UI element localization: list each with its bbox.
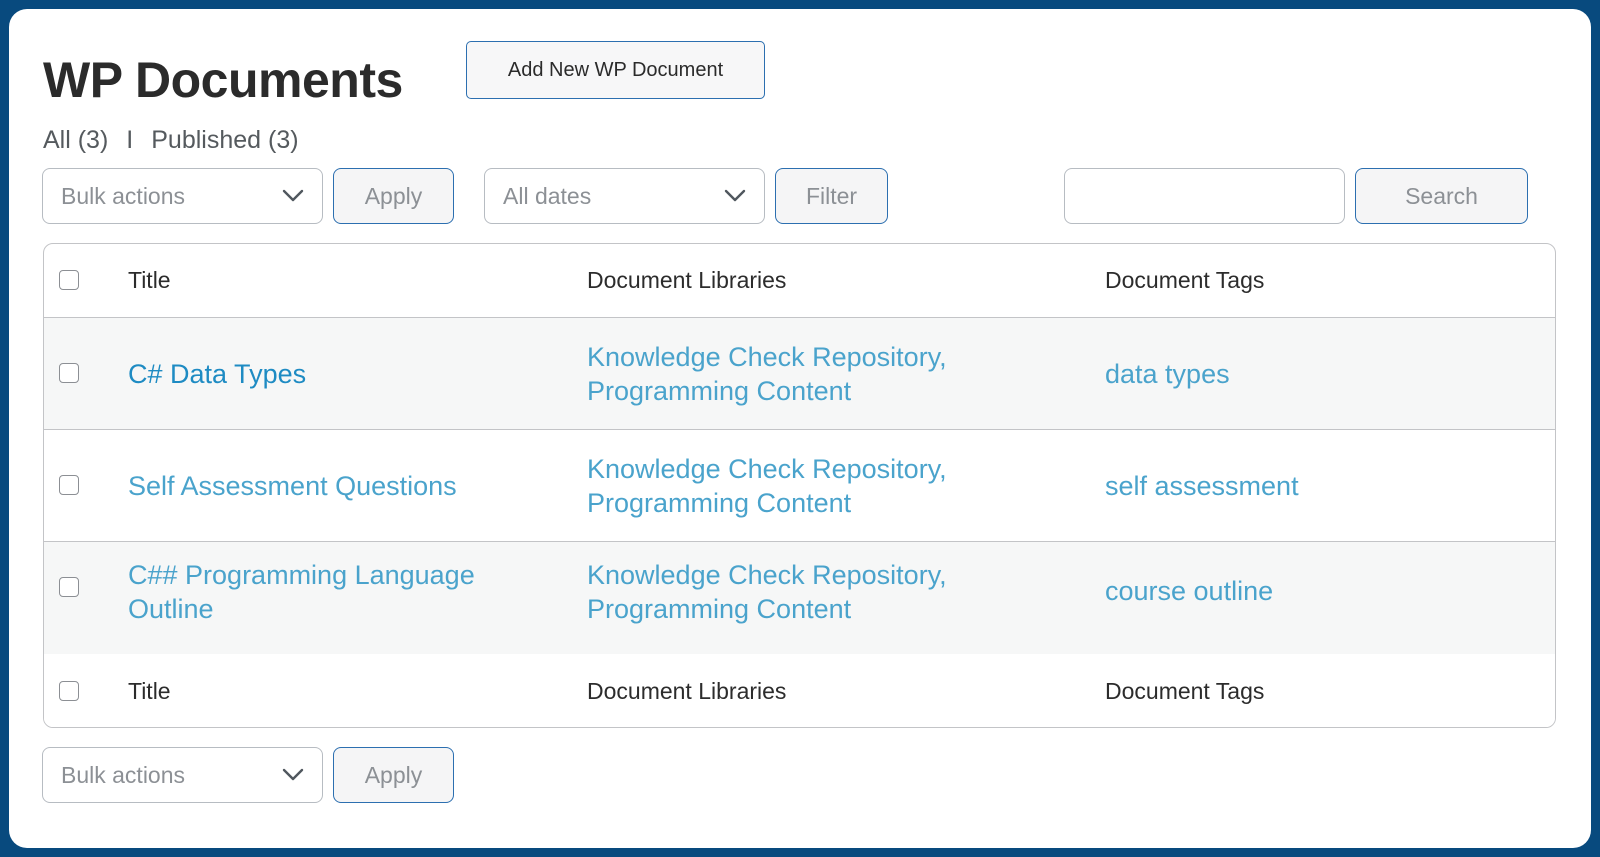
row-checkbox[interactable] — [59, 363, 79, 383]
library-link-line-1[interactable]: Knowledge Check Repository, — [587, 452, 947, 486]
column-header-title[interactable]: Title — [128, 244, 568, 317]
column-footer-libraries: Document Libraries — [587, 678, 787, 704]
view-filters: All (3) I Published (3) — [43, 126, 299, 155]
table-footer-row: Title Document Libraries Document Tags — [44, 654, 1555, 727]
library-link-line-2[interactable]: Programming Content — [587, 592, 947, 626]
library-links[interactable]: Knowledge Check Repository, Programming … — [587, 558, 947, 626]
apply-button-bottom[interactable]: Apply — [333, 747, 454, 803]
column-footer-tags: Document Tags — [1105, 678, 1265, 704]
title-cell: C# Data Types — [128, 318, 568, 429]
libraries-cell: Knowledge Check Repository, Programming … — [587, 430, 1087, 541]
view-all-link[interactable]: All (3) — [43, 126, 108, 155]
view-separator: I — [126, 126, 134, 154]
library-links[interactable]: Knowledge Check Repository, Programming … — [587, 340, 947, 408]
document-title-link[interactable]: C## Programming Language Outline — [128, 558, 475, 626]
column-header-tags: Document Tags — [1105, 267, 1265, 293]
bulk-actions-label: Bulk actions — [61, 182, 186, 209]
tag-link[interactable]: self assessment — [1105, 469, 1299, 503]
select-all-checkbox-footer[interactable] — [59, 681, 79, 701]
search-input[interactable] — [1064, 168, 1345, 224]
tags-cell: data types — [1105, 318, 1545, 429]
document-title-link[interactable]: C# Data Types — [128, 357, 306, 391]
table-header-row: Title Document Libraries Document Tags — [44, 244, 1555, 318]
library-link-line-1[interactable]: Knowledge Check Repository, — [587, 340, 947, 374]
bulk-actions-select-bottom[interactable]: Bulk actions — [42, 747, 323, 803]
chevron-down-icon — [282, 189, 304, 203]
dates-select[interactable]: All dates — [484, 168, 765, 224]
column-header-libraries: Document Libraries — [587, 267, 787, 293]
libraries-cell: Knowledge Check Repository, Programming … — [587, 318, 1087, 429]
tag-link[interactable]: course outline — [1105, 574, 1273, 608]
library-link-line-1[interactable]: Knowledge Check Repository, — [587, 558, 947, 592]
tag-link[interactable]: data types — [1105, 357, 1230, 391]
document-title-line-1[interactable]: C## Programming Language — [128, 558, 475, 592]
document-title-link[interactable]: Self Assessment Questions — [128, 469, 457, 503]
column-footer-title[interactable]: Title — [128, 654, 568, 727]
bulk-actions-select-top[interactable]: Bulk actions — [42, 168, 323, 224]
bulk-actions-label: Bulk actions — [61, 761, 186, 788]
tags-cell: self assessment — [1105, 430, 1545, 541]
table-row: C# Data Types Knowledge Check Repository… — [44, 318, 1555, 430]
title-cell: Self Assessment Questions — [128, 430, 568, 541]
row-checkbox[interactable] — [59, 577, 79, 597]
document-title-line-2[interactable]: Outline — [128, 592, 475, 626]
table-row: Self Assessment Questions Knowledge Chec… — [44, 430, 1555, 542]
table-row: C## Programming Language Outline Knowled… — [44, 542, 1555, 654]
row-checkbox[interactable] — [59, 475, 79, 495]
title-cell: C## Programming Language Outline — [128, 542, 568, 654]
apply-button-top[interactable]: Apply — [333, 168, 454, 224]
page-title: WP Documents — [43, 52, 403, 108]
search-button[interactable]: Search — [1355, 168, 1528, 224]
add-new-document-button[interactable]: Add New WP Document — [466, 41, 765, 99]
documents-table: Title Document Libraries Document Tags C… — [43, 243, 1556, 728]
library-link-line-2[interactable]: Programming Content — [587, 486, 947, 520]
libraries-cell: Knowledge Check Repository, Programming … — [587, 542, 1087, 654]
view-published-link[interactable]: Published (3) — [151, 126, 298, 155]
page-frame: WP Documents Add New WP Document All (3)… — [9, 9, 1591, 848]
select-all-checkbox[interactable] — [59, 270, 79, 290]
filter-button[interactable]: Filter — [775, 168, 888, 224]
dates-label: All dates — [503, 182, 592, 209]
chevron-down-icon — [724, 189, 746, 203]
library-link-line-2[interactable]: Programming Content — [587, 374, 947, 408]
tags-cell: course outline — [1105, 542, 1545, 654]
chevron-down-icon — [282, 768, 304, 782]
library-links[interactable]: Knowledge Check Repository, Programming … — [587, 452, 947, 520]
